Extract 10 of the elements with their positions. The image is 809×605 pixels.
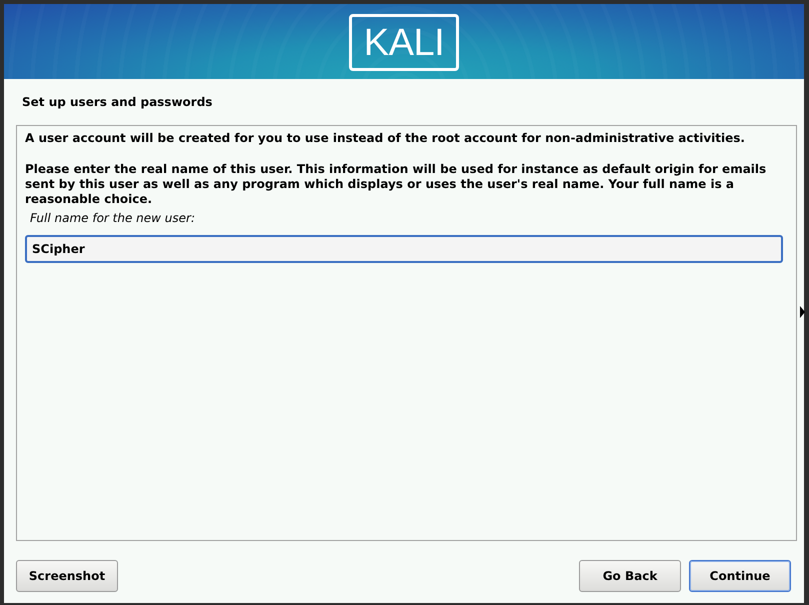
action-button[interactable]: Go Back bbox=[579, 560, 681, 592]
kali-logo: KALI bbox=[349, 14, 459, 71]
page-title: Set up users and passwords bbox=[22, 95, 212, 109]
action-button[interactable]: Screenshot bbox=[16, 560, 118, 592]
instruction-text: Please enter the real name of this user. This information will be used for instance as default origin for emails sent by this user as well as any program which displays or uses the user's real name. Your full name is a reasonable choice. bbox=[25, 162, 768, 207]
instruction-text: A user account will be created for you to use instead of the root account for non-administrative activities. bbox=[25, 131, 746, 146]
pointer-icon bbox=[800, 306, 805, 318]
field-label: Full name for the new user: bbox=[29, 211, 196, 226]
full-name-field[interactable]: SCipher bbox=[25, 235, 783, 263]
action-button[interactable]: Continue bbox=[689, 560, 791, 592]
